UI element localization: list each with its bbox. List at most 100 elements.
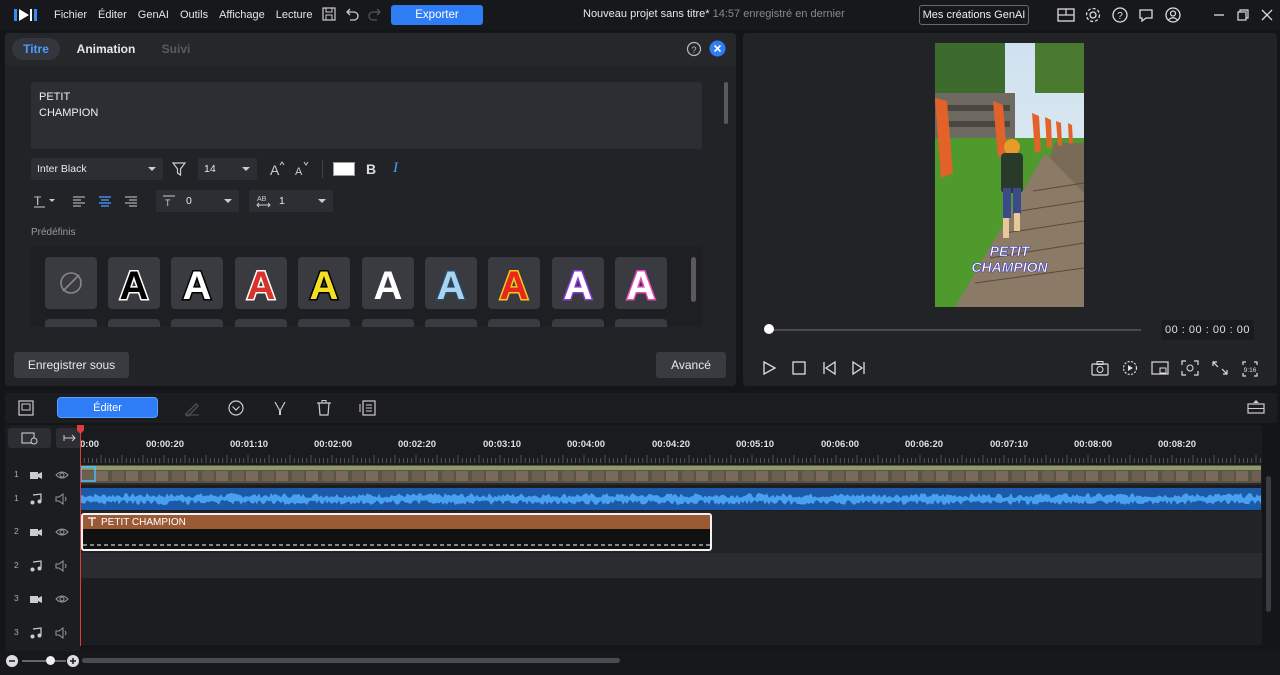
display-quality-icon[interactable]: [1151, 360, 1169, 376]
subtitle-editor-icon[interactable]: [359, 399, 377, 417]
menu-genai[interactable]: GenAI: [138, 9, 169, 21]
char-spacing-dropdown[interactable]: T 0: [156, 190, 239, 212]
preset-row2-item[interactable]: [298, 319, 350, 327]
preset-row2-item[interactable]: [425, 319, 477, 327]
menu-affichage[interactable]: Affichage: [219, 9, 265, 21]
save-as-button[interactable]: Enregistrer sous: [14, 352, 129, 378]
preset-row2-item[interactable]: [362, 319, 414, 327]
visibility-eye-icon[interactable]: [55, 526, 69, 538]
preset-red[interactable]: A: [235, 257, 287, 309]
timeline-ruler[interactable]: 0:00 00:00:20 00:01:10 00:02:00 00:02:20 00:0…: [80, 425, 1262, 463]
layout-icon[interactable]: [1057, 6, 1075, 24]
export-button[interactable]: Exporter: [391, 5, 483, 25]
playhead-line[interactable]: [80, 426, 81, 646]
menu-outils[interactable]: Outils: [180, 9, 208, 21]
preset-row2-item[interactable]: [615, 319, 667, 327]
bold-icon[interactable]: B: [366, 161, 376, 177]
text-scrollbar[interactable]: [724, 82, 728, 124]
media-room-icon[interactable]: [17, 399, 35, 417]
menu-editer[interactable]: Éditer: [98, 9, 127, 21]
minimize-icon[interactable]: [1210, 6, 1228, 24]
align-right-icon[interactable]: [124, 194, 138, 208]
settings-gear-icon[interactable]: [1084, 6, 1102, 24]
increase-font-icon[interactable]: A: [268, 160, 286, 178]
audio-track-3[interactable]: [80, 620, 1262, 645]
preset-red-yellow[interactable]: A: [488, 257, 540, 309]
visibility-eye-icon[interactable]: [55, 469, 69, 481]
italic-icon[interactable]: I: [393, 160, 398, 177]
seek-bar[interactable]: [769, 329, 1141, 331]
redo-icon[interactable]: [367, 6, 385, 24]
preset-pink-outline[interactable]: A: [615, 257, 667, 309]
align-left-icon[interactable]: [72, 194, 86, 208]
text-style-icon[interactable]: T: [33, 193, 59, 209]
zoom-fit-icon[interactable]: [1181, 360, 1199, 376]
tab-titre[interactable]: Titre: [12, 38, 60, 60]
menu-lecture[interactable]: Lecture: [276, 9, 313, 21]
tab-animation[interactable]: Animation: [72, 38, 140, 60]
preview-video-frame[interactable]: PETIT CHAMPION: [935, 43, 1084, 307]
genai-creations-button[interactable]: Mes créations GenAI: [919, 5, 1029, 25]
timeline-dropdown-icon[interactable]: [227, 399, 245, 417]
add-track-button[interactable]: [8, 428, 51, 448]
seek-handle[interactable]: [764, 324, 774, 334]
advanced-button[interactable]: Avancé: [656, 352, 726, 378]
preset-none[interactable]: [45, 257, 97, 309]
preset-row2-item[interactable]: [235, 319, 287, 327]
zoom-slider-handle[interactable]: [46, 656, 55, 665]
align-center-icon[interactable]: [98, 194, 112, 208]
play-icon[interactable]: [761, 360, 777, 376]
previous-frame-icon[interactable]: [821, 360, 837, 376]
feedback-icon[interactable]: [1137, 6, 1155, 24]
help-icon[interactable]: ?: [686, 41, 702, 57]
presets-scrollbar[interactable]: [691, 257, 696, 302]
video-track-1-clip[interactable]: [80, 463, 1262, 487]
undo-icon[interactable]: [344, 6, 362, 24]
playback-settings-icon[interactable]: [1121, 360, 1139, 376]
edit-button[interactable]: Éditer: [57, 397, 158, 418]
preset-row2-item[interactable]: [45, 319, 97, 327]
title-text-input[interactable]: PETIT CHAMPION: [31, 82, 702, 149]
font-family-dropdown[interactable]: Inter Black: [31, 158, 163, 180]
title-clip[interactable]: PETIT CHAMPION: [81, 513, 712, 551]
tab-suivi[interactable]: Suivi: [156, 38, 196, 60]
preset-row2-item[interactable]: [108, 319, 160, 327]
close-icon[interactable]: [1258, 6, 1276, 24]
menu-fichier[interactable]: Fichier: [54, 9, 87, 21]
delete-trash-icon[interactable]: [315, 399, 333, 417]
visibility-eye-icon[interactable]: [55, 593, 69, 605]
audio-track-2[interactable]: [80, 553, 1262, 578]
fullscreen-icon[interactable]: [1211, 360, 1229, 376]
zoom-in-icon[interactable]: [66, 654, 80, 668]
font-size-dropdown[interactable]: 14: [198, 158, 257, 180]
preset-white[interactable]: A: [362, 257, 414, 309]
filter-icon[interactable]: [171, 161, 187, 177]
preset-row2-item[interactable]: [171, 319, 223, 327]
restore-icon[interactable]: [1234, 6, 1252, 24]
split-tool-icon[interactable]: [271, 399, 289, 417]
audio-track-1[interactable]: [80, 487, 1262, 511]
preset-yellow[interactable]: A: [298, 257, 350, 309]
preset-black-outline[interactable]: A: [108, 257, 160, 309]
aspect-ratio-icon[interactable]: 9:16: [1241, 360, 1259, 378]
text-color-swatch[interactable]: [333, 162, 355, 176]
volume-icon[interactable]: [55, 559, 69, 572]
timeline-settings-icon[interactable]: [1247, 399, 1265, 417]
timeline-vertical-scrollbar[interactable]: [1266, 476, 1271, 612]
preset-white-bold[interactable]: A: [171, 257, 223, 309]
video-track-1[interactable]: [80, 463, 1262, 487]
preset-row2-item[interactable]: [552, 319, 604, 327]
snapshot-camera-icon[interactable]: [1091, 360, 1109, 376]
volume-icon[interactable]: [55, 626, 69, 639]
zoom-slider-track[interactable]: [22, 660, 66, 662]
pen-tool-icon[interactable]: [183, 399, 201, 417]
decrease-font-icon[interactable]: A: [293, 160, 311, 178]
timeline-horizontal-scrollbar[interactable]: [82, 658, 620, 663]
line-spacing-dropdown[interactable]: AB 1: [249, 190, 333, 212]
preset-purple-outline[interactable]: A: [552, 257, 604, 309]
account-icon[interactable]: [1164, 6, 1182, 24]
volume-icon[interactable]: [55, 493, 69, 505]
audio-track-1-clip[interactable]: [80, 487, 1262, 511]
next-frame-icon[interactable]: [851, 360, 867, 376]
preset-row2-item[interactable]: [488, 319, 540, 327]
